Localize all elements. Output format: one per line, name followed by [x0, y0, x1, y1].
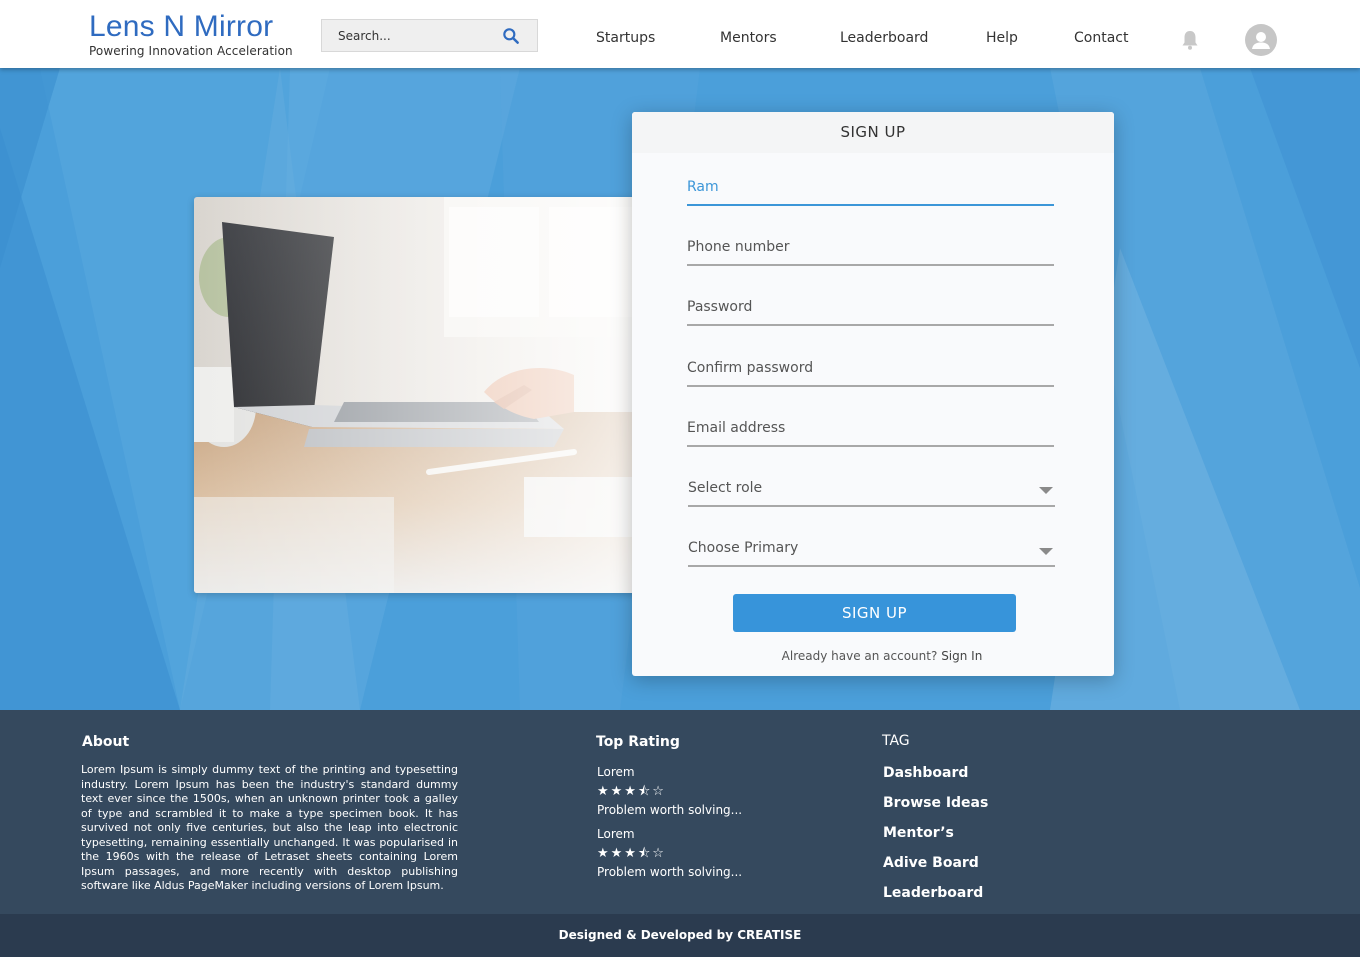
user-avatar-icon[interactable]	[1245, 24, 1277, 56]
email-input[interactable]	[687, 413, 1054, 443]
tag-link-mentors[interactable]: Mentor’s	[883, 825, 954, 841]
role-select[interactable]: Select role	[688, 473, 1055, 507]
role-select-label: Select role	[688, 480, 763, 496]
star-rating: ★★★⯪☆	[597, 846, 666, 861]
bell-icon[interactable]	[1180, 29, 1200, 51]
tag-link-browse-ideas[interactable]: Browse Ideas	[883, 795, 988, 811]
password-input[interactable]	[687, 292, 1054, 322]
email-field	[687, 413, 1054, 447]
top-navbar: Lens N Mirror Powering Innovation Accele…	[0, 0, 1360, 68]
rating-item-name[interactable]: Lorem	[597, 827, 635, 841]
rating-item-caption: Problem worth solving...	[597, 865, 743, 879]
footer: About Lorem Ipsum is simply dummy text o…	[0, 710, 1360, 914]
signin-prompt: Already have an account? Sign In	[632, 649, 1114, 663]
brand-tagline: Powering Innovation Acceleration	[89, 44, 293, 58]
search-box	[321, 19, 538, 52]
about-heading: About	[82, 734, 130, 750]
top-rating-heading: Top Rating	[596, 734, 680, 750]
brand-title[interactable]: Lens N Mirror	[89, 10, 293, 44]
rating-item-caption: Problem worth solving...	[597, 803, 743, 817]
phone-input[interactable]	[687, 232, 1054, 262]
signup-title: SIGN UP	[632, 112, 1114, 153]
about-text: Lorem Ipsum is simply dummy text of the …	[81, 763, 458, 892]
name-input[interactable]	[687, 172, 1054, 202]
nav-mentors[interactable]: Mentors	[720, 30, 777, 46]
brand[interactable]: Lens N Mirror Powering Innovation Accele…	[89, 10, 293, 58]
signup-button[interactable]: SIGN UP	[733, 594, 1016, 632]
signin-prompt-text: Already have an account?	[781, 649, 938, 663]
tag-link-dashboard[interactable]: Dashboard	[883, 765, 968, 781]
laptop-illustration	[194, 197, 674, 593]
confirm-password-field	[687, 353, 1054, 387]
search-icon[interactable]	[501, 26, 521, 46]
laptop-workspace-photo	[194, 197, 674, 593]
confirm-password-input[interactable]	[687, 353, 1054, 383]
tag-link-leaderboard[interactable]: Leaderboard	[883, 885, 983, 901]
chevron-down-icon	[1039, 548, 1053, 555]
chevron-down-icon	[1039, 487, 1053, 494]
search-input[interactable]	[322, 20, 482, 51]
rating-item-name[interactable]: Lorem	[597, 765, 635, 779]
phone-field	[687, 232, 1054, 266]
hero-section: SIGN UP Select role Choose Primary SIGN …	[0, 68, 1360, 710]
signin-link[interactable]: Sign In	[941, 649, 982, 663]
nav-startups[interactable]: Startups	[596, 30, 655, 46]
tag-link-advice-board[interactable]: Adive Board	[883, 855, 979, 871]
primary-select-label: Choose Primary	[688, 540, 799, 556]
nav-leaderboard[interactable]: Leaderboard	[840, 30, 928, 46]
footer-credit: Designed & Developed by CREATISE	[0, 914, 1360, 957]
primary-select[interactable]: Choose Primary	[688, 533, 1055, 567]
nav-help[interactable]: Help	[986, 30, 1018, 46]
name-field	[687, 172, 1054, 206]
star-rating: ★★★⯪☆	[597, 784, 666, 799]
signup-card: SIGN UP Select role Choose Primary SIGN …	[632, 112, 1114, 676]
user-silhouette-icon	[1252, 32, 1270, 49]
nav-contact[interactable]: Contact	[1074, 30, 1128, 46]
password-field	[687, 292, 1054, 326]
tag-heading: TAG	[882, 733, 910, 749]
